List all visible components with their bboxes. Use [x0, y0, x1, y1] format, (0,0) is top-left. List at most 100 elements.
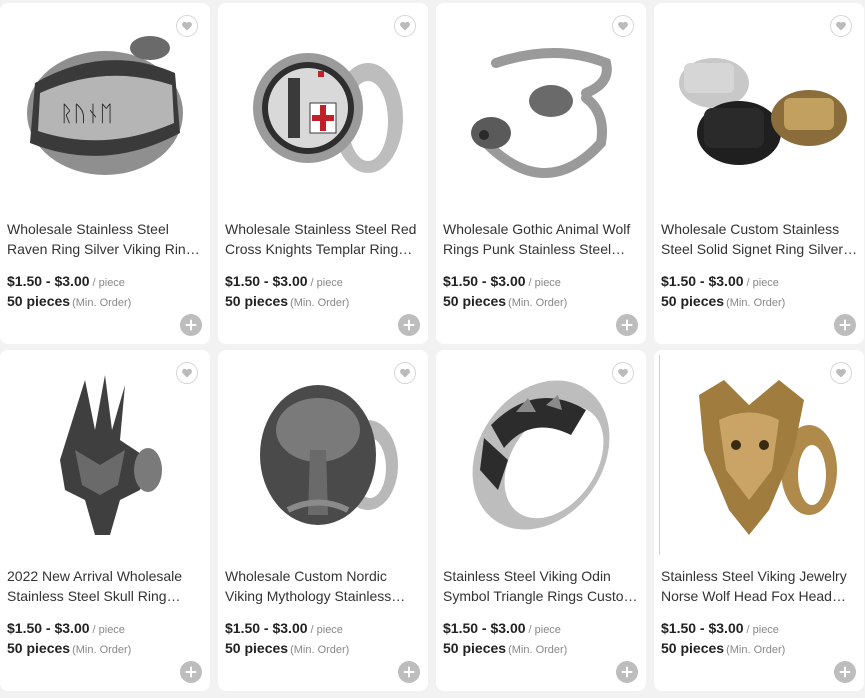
plus-icon: [621, 319, 633, 331]
price-unit: / piece: [528, 277, 561, 289]
product-card[interactable]: Wholesale Custom Stainless Steel Solid S…: [654, 3, 864, 344]
add-button[interactable]: [180, 314, 202, 336]
product-card[interactable]: Wholesale Gothic Animal Wolf Rings Punk …: [436, 3, 646, 344]
favorite-button[interactable]: [612, 362, 634, 384]
templar-cross-ring-icon: [253, 53, 403, 173]
product-image[interactable]: [218, 350, 428, 560]
product-image[interactable]: [0, 350, 210, 560]
plus-icon: [839, 666, 851, 678]
plus-icon: [621, 666, 633, 678]
product-price: $1.50 - $3.00/ piece: [225, 273, 343, 289]
moq-unit: (Min. Order): [290, 644, 350, 656]
price-range: $1.50 - $3.00: [661, 273, 744, 289]
price-unit: / piece: [310, 277, 343, 289]
favorite-button[interactable]: [176, 362, 198, 384]
add-button[interactable]: [834, 314, 856, 336]
add-button[interactable]: [616, 314, 638, 336]
wolf-head-gold-ring-icon: [659, 355, 837, 555]
product-price: $1.50 - $3.00/ piece: [443, 273, 561, 289]
product-price: $1.50 - $3.00/ piece: [7, 620, 125, 636]
product-image[interactable]: [436, 350, 646, 560]
price-unit: / piece: [528, 624, 561, 636]
moq-unit: (Min. Order): [72, 297, 132, 309]
product-title[interactable]: 2022 New Arrival Wholesale Stainless Ste…: [7, 566, 204, 606]
favorite-button[interactable]: [394, 15, 416, 37]
product-image[interactable]: [218, 3, 428, 213]
price-unit: / piece: [92, 624, 125, 636]
plus-icon: [403, 666, 415, 678]
product-card[interactable]: Stainless Steel Viking Odin Symbol Trian…: [436, 350, 646, 691]
moq-value: 50 pieces: [225, 293, 289, 309]
plus-icon: [185, 666, 197, 678]
heart-icon: [400, 21, 410, 31]
add-button[interactable]: [834, 661, 856, 683]
favorite-button[interactable]: [394, 362, 416, 384]
min-order: 50 pieces (Min. Order): [661, 293, 785, 309]
product-price: $1.50 - $3.00/ piece: [225, 620, 343, 636]
favorite-button[interactable]: [830, 15, 852, 37]
moq-unit: (Min. Order): [290, 297, 350, 309]
favorite-button[interactable]: [176, 15, 198, 37]
product-card[interactable]: Wholesale Stainless Steel Red Cross Knig…: [218, 3, 428, 344]
add-button[interactable]: [398, 661, 420, 683]
product-title[interactable]: Wholesale Custom Stainless Steel Solid S…: [661, 219, 858, 259]
min-order: 50 pieces (Min. Order): [661, 640, 785, 656]
price-range: $1.50 - $3.00: [443, 620, 526, 636]
add-button[interactable]: [616, 661, 638, 683]
add-button[interactable]: [180, 661, 202, 683]
min-order: 50 pieces (Min. Order): [7, 293, 131, 309]
product-image[interactable]: [436, 3, 646, 213]
price-unit: / piece: [746, 277, 779, 289]
moq-value: 50 pieces: [443, 293, 507, 309]
svg-text:ᚱᚢᚾᛖ: ᚱᚢᚾᛖ: [60, 102, 113, 127]
valknut-band-ring-icon: [472, 380, 610, 530]
price-unit: / piece: [746, 624, 779, 636]
product-price: $1.50 - $3.00/ piece: [7, 273, 125, 289]
product-title[interactable]: Wholesale Gothic Animal Wolf Rings Punk …: [443, 219, 640, 259]
favorite-button[interactable]: [830, 362, 852, 384]
product-title[interactable]: Wholesale Stainless Steel Red Cross Knig…: [225, 219, 422, 259]
moq-unit: (Min. Order): [726, 297, 786, 309]
product-card[interactable]: Wholesale Custom Nordic Viking Mythology…: [218, 350, 428, 691]
price-range: $1.50 - $3.00: [443, 273, 526, 289]
min-order: 50 pieces (Min. Order): [225, 293, 349, 309]
moq-value: 50 pieces: [225, 640, 289, 656]
product-image[interactable]: ᚱᚢᚾᛖ: [0, 3, 210, 213]
price-range: $1.50 - $3.00: [7, 620, 90, 636]
moq-value: 50 pieces: [661, 293, 725, 309]
heart-icon: [618, 21, 628, 31]
product-image[interactable]: [654, 3, 864, 213]
moq-value: 50 pieces: [443, 640, 507, 656]
moq-value: 50 pieces: [661, 640, 725, 656]
plus-icon: [185, 319, 197, 331]
heart-icon: [182, 368, 192, 378]
moq-unit: (Min. Order): [508, 644, 568, 656]
moq-unit: (Min. Order): [72, 644, 132, 656]
signet-rings-icon: [679, 58, 847, 165]
min-order: 50 pieces (Min. Order): [443, 640, 567, 656]
add-button[interactable]: [398, 314, 420, 336]
product-title[interactable]: Wholesale Stainless Steel Raven Ring Sil…: [7, 219, 204, 259]
dragon-helm-ring-icon: [60, 375, 162, 535]
price-range: $1.50 - $3.00: [7, 273, 90, 289]
product-price: $1.50 - $3.00/ piece: [443, 620, 561, 636]
price-unit: / piece: [310, 624, 343, 636]
heart-icon: [836, 368, 846, 378]
plus-icon: [839, 319, 851, 331]
product-title[interactable]: Stainless Steel Viking Odin Symbol Trian…: [443, 566, 640, 606]
moq-value: 50 pieces: [7, 640, 71, 656]
min-order: 50 pieces (Min. Order): [443, 293, 567, 309]
product-card[interactable]: ᚱᚢᚾᛖ Wholesale Stainless Steel Raven Rin…: [0, 3, 210, 344]
product-price: $1.50 - $3.00/ piece: [661, 273, 779, 289]
product-card[interactable]: Stainless Steel Viking Jewelry Norse Wol…: [654, 350, 864, 691]
product-image[interactable]: [654, 350, 864, 560]
favorite-button[interactable]: [612, 15, 634, 37]
heart-icon: [400, 368, 410, 378]
product-card[interactable]: 2022 New Arrival Wholesale Stainless Ste…: [0, 350, 210, 691]
moq-unit: (Min. Order): [726, 644, 786, 656]
product-title[interactable]: Wholesale Custom Nordic Viking Mythology…: [225, 566, 422, 606]
heart-icon: [618, 368, 628, 378]
viking-rune-ring-icon: ᚱᚢᚾᛖ: [27, 36, 183, 175]
price-range: $1.50 - $3.00: [225, 273, 308, 289]
product-title[interactable]: Stainless Steel Viking Jewelry Norse Wol…: [661, 566, 858, 606]
